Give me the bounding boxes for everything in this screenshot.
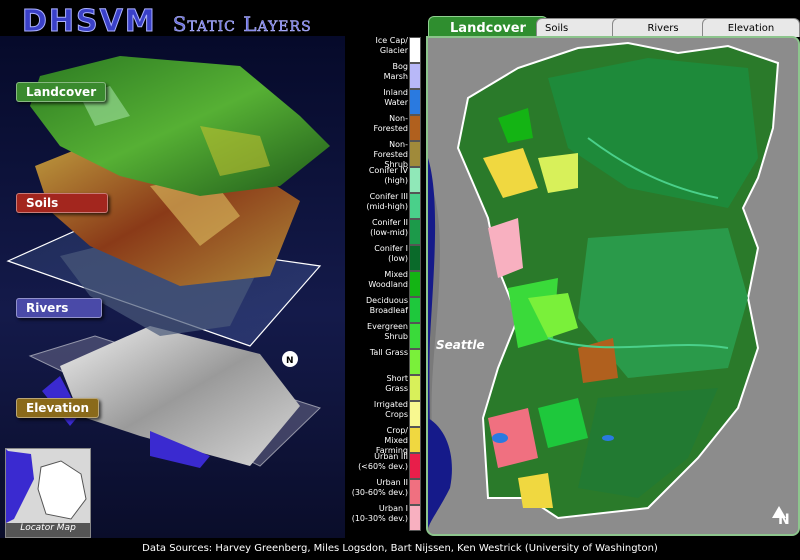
legend-swatch: [409, 245, 421, 271]
layer-button-rivers[interactable]: Rivers: [16, 298, 102, 318]
layer-button-landcover[interactable]: Landcover: [16, 82, 107, 102]
legend-swatch: [409, 453, 421, 479]
legend-label: Short Grass: [385, 374, 408, 393]
tab-label: Soils: [545, 22, 569, 34]
legend-item: Conifer IV (high): [347, 166, 423, 193]
layer-button-label: Soils: [26, 196, 59, 210]
landcover-map[interactable]: Seattle N: [426, 36, 800, 536]
tab-label: Elevation: [727, 22, 775, 34]
legend-label: Deciduous Broadleaf: [366, 296, 408, 315]
legend-swatch: [409, 479, 421, 505]
legend-swatch: [409, 193, 421, 219]
legend-label: Ice Cap/ Glacier: [375, 36, 408, 55]
legend-swatch: [409, 375, 421, 401]
legend-item: Crop/ Mixed Farming: [347, 426, 423, 455]
legend-swatch: [409, 401, 421, 427]
legend-label: Inland Water: [383, 88, 408, 107]
legend-item: Mixed Woodland: [347, 270, 423, 297]
legend-swatch: [409, 37, 421, 63]
title-main: DHSVM: [22, 4, 157, 40]
legend-label: Irrigated Crops: [373, 400, 408, 419]
layer-button-label: Landcover: [26, 85, 97, 99]
legend-label: Tall Grass: [369, 348, 408, 357]
layer-button-soils[interactable]: Soils: [16, 193, 108, 213]
legend-swatch: [409, 89, 421, 115]
legend-swatch: [409, 63, 421, 89]
legend-label: Non- Forested: [373, 114, 408, 133]
legend-item: Ice Cap/ Glacier: [347, 36, 423, 63]
legend-label: Urban II (30-60% dev.): [351, 478, 408, 497]
page-title: DHSVM Static Layers: [22, 4, 312, 40]
legend-label: Bog Marsh: [383, 62, 408, 81]
legend-swatch: [409, 167, 421, 193]
legend-label: Evergreen Shrub: [367, 322, 408, 341]
legend-item: Conifer II (low-mid): [347, 218, 423, 245]
legend-item: Irrigated Crops: [347, 400, 423, 427]
svg-text:N: N: [286, 356, 294, 366]
legend-item: Short Grass: [347, 374, 423, 401]
title-sub: Static Layers: [172, 12, 312, 37]
legend-item: Tall Grass: [347, 348, 423, 375]
locator-map[interactable]: Locator Map: [5, 448, 91, 538]
locator-map-label: Locator Map: [6, 523, 90, 537]
legend-item: Urban I (10-30% dev.): [347, 504, 423, 531]
legend-item: Conifer III (mid-high): [347, 192, 423, 219]
legend-swatch: [409, 349, 421, 375]
legend-swatch: [409, 297, 421, 323]
layer-tabs: Landcover Soils Rivers Elevation: [426, 16, 800, 39]
legend-swatch: [409, 323, 421, 349]
layer-button-label: Rivers: [26, 301, 69, 315]
legend-label: Urban III (<60% dev.): [358, 452, 408, 471]
layer-stack-panel: N Landcover Soils Rivers Elevation Locat…: [0, 36, 345, 538]
north-label: N: [778, 512, 790, 528]
locator-map-graphic: [6, 449, 90, 523]
legend-swatch: [409, 219, 421, 245]
legend-label: Conifer III (mid-high): [366, 192, 408, 211]
legend-label: Conifer II (low-mid): [370, 218, 408, 237]
tab-label: Landcover: [450, 20, 526, 36]
legend-item: Deciduous Broadleaf: [347, 296, 423, 323]
city-label: Seattle: [436, 338, 485, 352]
legend-item: Inland Water: [347, 88, 423, 115]
layer-button-elevation[interactable]: Elevation: [16, 398, 100, 418]
legend-swatch: [409, 427, 421, 453]
legend-label: Conifer IV (high): [368, 166, 408, 185]
tab-soils[interactable]: Soils: [536, 18, 624, 37]
data-sources: Data Sources: Harvey Greenberg, Miles Lo…: [142, 543, 658, 554]
elevation-layer: [28, 326, 321, 468]
tab-elevation[interactable]: Elevation: [702, 18, 800, 37]
tab-rivers[interactable]: Rivers: [612, 18, 714, 37]
legend-label: Conifer I (low): [374, 244, 408, 263]
legend-item: Urban II (30-60% dev.): [347, 478, 423, 505]
legend-item: Bog Marsh: [347, 62, 423, 89]
stack-north-arrow-icon: N: [282, 351, 298, 367]
legend-item: Evergreen Shrub: [347, 322, 423, 349]
legend-item: Non- Forested: [347, 114, 423, 141]
layer-button-label: Elevation: [26, 401, 90, 415]
legend-item: Conifer I (low): [347, 244, 423, 271]
legend-swatch: [409, 141, 421, 167]
legend-swatch: [409, 271, 421, 297]
tab-label: Rivers: [647, 22, 679, 34]
legend-swatch: [409, 505, 421, 531]
legend-label: Urban I (10-30% dev.): [351, 504, 408, 523]
landcover-map-graphic: [428, 38, 798, 534]
legend-item: Urban III (<60% dev.): [347, 452, 423, 479]
legend-label: Mixed Woodland: [368, 270, 408, 289]
legend-item: Non- Forested Shrub: [347, 140, 423, 169]
legend-swatch: [409, 115, 421, 141]
landcover-legend: Ice Cap/ Glacier Bog Marsh Inland Water Non…: [347, 36, 423, 532]
